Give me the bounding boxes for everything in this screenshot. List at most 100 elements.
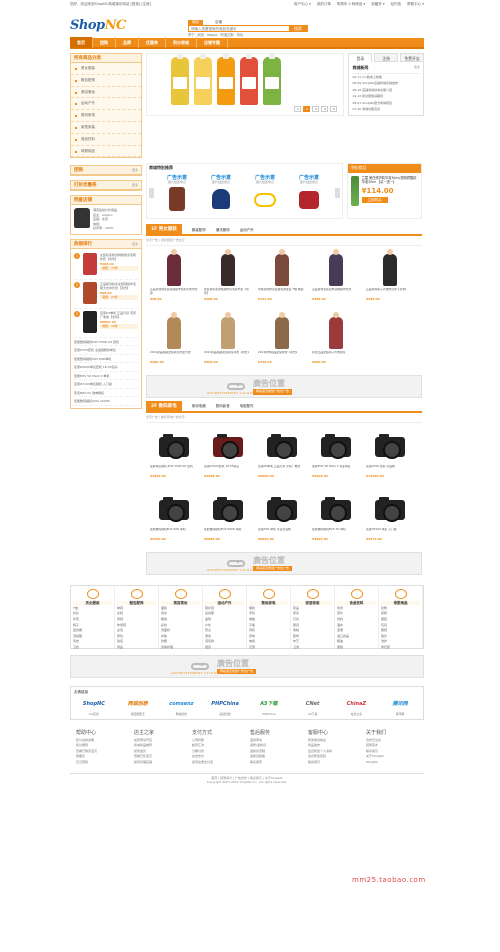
partner-logo[interactable]: comsenz [162, 698, 202, 710]
product-card[interactable]: 新款正品女装呢子大衣秋冬 ¥680.00 [312, 311, 360, 371]
groupbuy-more-link[interactable]: 更多 [132, 166, 138, 175]
product-card[interactable]: 佳能数码相机EOS 7D 单机 ¥4999.00 [312, 489, 360, 548]
rank-item[interactable]: 2 正品新款秋冬女装韩版羊毛呢大衣中长款【清仓】 ¥98.00 销量：29件 [74, 280, 138, 309]
cart-link[interactable]: 购物车 0 种商品 ▾ [337, 2, 365, 6]
category-link[interactable]: 保健 [337, 645, 356, 650]
category-link[interactable]: 面膜 [161, 606, 180, 611]
news-more-link[interactable]: 更多 [414, 65, 420, 70]
category-link[interactable]: 孕妇装 [381, 645, 400, 650]
category-link[interactable]: 羽绒服 [73, 634, 92, 639]
floor-1-title[interactable]: 1F 男女服装 [146, 224, 182, 236]
store-image[interactable] [74, 208, 90, 229]
category-block-title[interactable]: 运动户外 [205, 600, 244, 605]
category-link[interactable]: 篮球 [205, 617, 224, 622]
category-link[interactable]: 家具 [293, 612, 312, 616]
category-link[interactable]: 登山 [205, 629, 224, 633]
category-link[interactable]: 童装 [381, 617, 400, 622]
category-link[interactable]: 茶叶 [337, 612, 356, 616]
category-item[interactable]: 美容美妆 [71, 87, 141, 99]
next-arrow-icon[interactable]: › [335, 188, 341, 199]
category-link[interactable]: 游泳 [205, 634, 224, 639]
rank-small-item[interactable]: 索尼NEX-5C 微单相机 [74, 389, 138, 398]
product-name[interactable]: 尼康D3单机 正品行货 带原厂电池 [258, 465, 306, 473]
hot-keyword[interactable]: 背包 [237, 33, 244, 38]
category-block-title[interactable]: 美容美妆 [161, 600, 200, 605]
buy-now-button[interactable]: 立即购买 [361, 197, 388, 204]
category-link[interactable]: 厨具 [293, 623, 312, 628]
floor-tab[interactable]: 运动户外 [240, 228, 254, 232]
product-card[interactable]: 佳能EOS 5D Mark II 专业单反 ¥5999.00 [312, 426, 360, 485]
category-link[interactable]: 玩具 [381, 623, 400, 628]
category-link[interactable]: 女包 [117, 629, 136, 633]
user-center-link[interactable]: 用户中心 ▾ [294, 2, 311, 6]
product-card[interactable]: 2011秋季新品女装棉衣【清仓】 ¥438.00 [258, 311, 306, 371]
partner-name[interactable]: 康盛创想 [205, 712, 245, 716]
ad-tile[interactable]: 广告示意 图片描述信息 [289, 175, 329, 219]
partner-name[interactable]: 康佳酷图王 [118, 712, 158, 716]
category-block-title[interactable]: 家居家装 [293, 600, 332, 605]
category-link[interactable]: 衬衫 [73, 612, 92, 616]
category-link[interactable]: 粮油 [337, 640, 356, 644]
product-card[interactable]: 佳能单反相机 EOS 550D Kit 套机 ¥4999.00 [150, 426, 198, 485]
product-name[interactable]: 佳能数码相机EOS 60D 单机 [150, 528, 198, 536]
product-card[interactable]: 女装秋冬新款韩版修身毛呢外套【清仓】 ¥108.00 [204, 248, 252, 308]
floor-subtitle[interactable]: 文字广告 | 男女服装广告文字 [146, 236, 422, 246]
product-name[interactable]: 新款正品女装呢子大衣秋冬 [312, 351, 360, 359]
partner-name[interactable]: CG富豪 [74, 712, 114, 716]
search-tab-stores[interactable]: 店铺 [211, 20, 226, 25]
banner-page-button[interactable]: 2 [303, 106, 311, 112]
category-link[interactable]: 收纳 [293, 629, 312, 633]
login-tab[interactable]: 登录 [348, 53, 373, 62]
nav-groupbuy[interactable]: 团购 [93, 37, 116, 48]
category-link[interactable]: 洗护 [381, 640, 400, 644]
category-link[interactable]: 运动服 [205, 612, 224, 616]
rank-small-item[interactable]: 佳能数码相机EOS 60D单机 [74, 355, 138, 364]
coupon-more-link[interactable]: 更多 [132, 181, 138, 190]
banner-page-button[interactable]: 3 [312, 106, 320, 112]
help-link[interactable]: 联系我们 [308, 760, 360, 765]
product-name[interactable]: 2011秋季新品女装棉衣【清仓】 [258, 351, 306, 359]
category-link[interactable]: 饮料 [337, 617, 356, 622]
category-link[interactable]: 连衣裙 [73, 629, 92, 633]
nav-home[interactable]: 首页 [70, 37, 93, 48]
partner-logo[interactable]: CNet [293, 698, 333, 710]
category-link[interactable]: 尿裤 [381, 612, 400, 616]
product-card[interactable]: 尼康D700 套机 全画幅 ¥12999.00 [366, 426, 414, 485]
product-name[interactable]: 正品新款冬装加厚羽绒服中长款 [312, 288, 360, 296]
category-block-title[interactable]: 母婴用品 [381, 600, 420, 605]
ad-banner[interactable]: ADVERTISEMENT LAYOUT 廣告位置 网站首页楼层广告位广告 [70, 654, 424, 678]
product-name[interactable]: 尼康D5100 单反 入门级 [366, 528, 414, 536]
product-card[interactable]: 尼康D3100套机 18-55镜头 ¥3988.00 [204, 426, 252, 485]
ad-tile[interactable]: 广告示意 图片描述信息 [157, 175, 197, 219]
rank-small-item[interactable]: 尼康D700套机 全画幅数码单反 [74, 346, 138, 355]
open-store-tab[interactable]: 免费开店 [400, 53, 425, 62]
help-link[interactable]: 如何注册支付宝 [192, 760, 244, 765]
category-item[interactable]: 食品饮料 [71, 134, 141, 146]
product-image[interactable] [351, 175, 359, 206]
category-item[interactable]: 母婴用品 [71, 146, 141, 158]
product-name[interactable]: 时尚潮流修身显瘦毛衣女装 T恤 精选 [258, 288, 306, 296]
category-link[interactable]: 身体护理 [161, 645, 180, 650]
product-card[interactable]: 尼康D3X 单机 专业全画幅 ¥8999.00 [258, 489, 306, 548]
ad-banner[interactable]: ADVERTISEMENT LAYOUT 廣告位置 网站首页楼层广告位广告 [146, 551, 422, 575]
hero-banner[interactable]: 1 2 3 4 5 [145, 53, 345, 116]
category-block-title[interactable]: 食品饮料 [337, 600, 376, 605]
category-link[interactable]: 耳机 [249, 629, 268, 633]
product-card[interactable]: 2011新品韩版女装秋冬外套大衣 ¥380.00 [150, 311, 198, 371]
category-link[interactable]: 钱包 [117, 640, 136, 644]
category-link[interactable]: 酒水 [337, 623, 356, 628]
partner-logo[interactable]: PHPChina [205, 698, 245, 710]
category-link[interactable]: 空调 [249, 645, 268, 650]
partner-logo[interactable]: A5下载 [249, 698, 289, 710]
product-card[interactable]: 2011新品韩版女装秋冬风衣【清仓】 ¥298.00 [204, 311, 252, 371]
ad-tile[interactable]: 广告示意 图片描述信息 [201, 175, 241, 219]
product-card[interactable]: 佳能数码相机EOS 60D 单机 ¥5200.00 [150, 489, 198, 548]
category-link[interactable]: 休闲鞋 [117, 623, 136, 628]
category-link[interactable]: 男包 [117, 634, 136, 639]
banner-page-button[interactable]: 1 [294, 106, 302, 112]
category-link[interactable]: 坚果 [337, 629, 356, 633]
rank-small-item[interactable]: 佳能数码相机IXUS 220HS [74, 397, 138, 406]
category-link[interactable]: 防晒 [161, 640, 180, 644]
product-name[interactable]: 正品时尚呢子大衣修身款【清仓】 [366, 288, 414, 296]
hot-keyword[interactable]: 阿迪达斯 [221, 33, 234, 38]
